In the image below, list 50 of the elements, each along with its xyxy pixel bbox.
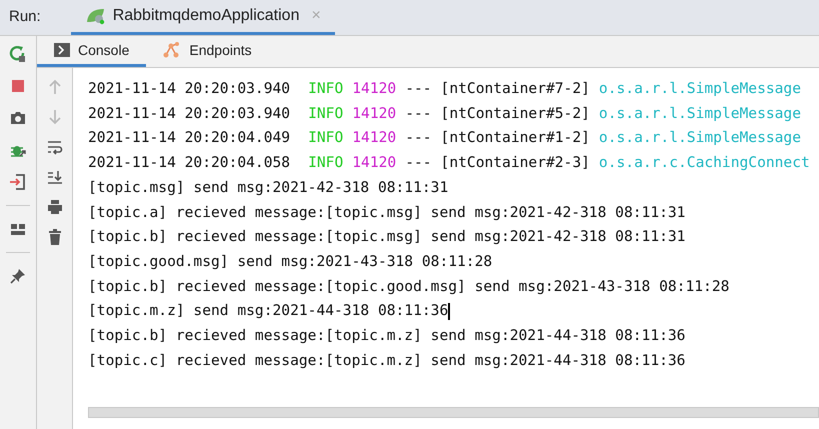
log-separator: --- <box>405 153 432 174</box>
log-pid: 14120 <box>351 153 396 174</box>
wrap-icon[interactable] <box>46 138 64 156</box>
run-tab[interactable]: RabbitmqdemoApplication × <box>70 0 335 35</box>
nodes-icon <box>163 41 182 59</box>
rerun-icon[interactable] <box>9 45 27 63</box>
console-line: [topic.a] recieved message:[topic.msg] send msg:2021-42-318 08:11:31 <box>88 202 686 223</box>
log-thread: [ntContainer#7-2] <box>440 79 590 99</box>
console-line: [topic.c] recieved message:[topic.m.z] send msg:2021-44-318 08:11:36 <box>88 350 686 371</box>
camera-icon[interactable] <box>9 109 27 127</box>
pin-icon[interactable] <box>9 267 27 285</box>
log-timestamp: 2021-11-14 20:20:03.940 <box>88 104 290 124</box>
log-separator: --- <box>405 128 432 148</box>
log-timestamp: 2021-11-14 20:20:04.049 <box>88 128 290 148</box>
console-tab-label: Console <box>78 40 130 60</box>
console-line: [topic.b] recieved message:[topic.msg] send msg:2021-42-318 08:11:31 <box>88 227 686 248</box>
log-thread: [ntContainer#5-2] <box>440 104 590 124</box>
import-icon[interactable] <box>9 173 27 191</box>
scroll-end-icon[interactable] <box>46 168 64 186</box>
log-pid: 14120 <box>351 104 396 124</box>
log-level: INFO <box>308 128 344 148</box>
log-pid: 14120 <box>351 128 396 148</box>
console-line: [topic.good.msg] send msg:2021-43-318 08:11:28 <box>88 252 492 272</box>
log-level: INFO <box>308 153 344 174</box>
log-pid: 14120 <box>351 79 396 99</box>
console-tab[interactable]: Endpoints <box>146 36 269 67</box>
log-separator: --- <box>405 79 432 99</box>
stop-icon[interactable] <box>9 77 27 95</box>
log-timestamp: 2021-11-14 20:20:04.058 <box>88 153 290 174</box>
print-icon[interactable] <box>46 198 64 216</box>
console-line: [topic.m.z] send msg:2021-44-318 08:11:36 <box>88 301 448 322</box>
run-label: Run: <box>8 7 42 28</box>
log-logger: o.s.a.r.l.SimpleMessage <box>598 128 802 148</box>
log-timestamp: 2021-11-14 20:20:03.940 <box>88 79 290 99</box>
console-line: [topic.b] recieved message:[topic.m.z] send msg:2021-44-318 08:11:36 <box>88 326 686 346</box>
horizontal-scrollbar[interactable] <box>88 407 819 418</box>
log-logger: o.s.a.r.l.SimpleMessage <box>598 79 802 99</box>
log-logger: o.s.a.r.l.SimpleMessage <box>598 104 802 124</box>
terminal-icon <box>54 43 70 57</box>
log-logger: o.s.a.r.c.CachingConnect <box>598 153 810 174</box>
run-tab-title: RabbitmqdemoApplication <box>112 6 300 26</box>
log-level: INFO <box>308 104 344 124</box>
log-thread: [ntContainer#2-3] <box>440 153 590 174</box>
console-tab-label: Endpoints <box>189 40 252 60</box>
leaf-icon <box>84 6 107 26</box>
console-line: [topic.b] recieved message:[topic.good.msg] send msg:2021-43-318 08:11:28 <box>88 276 730 297</box>
log-thread: [ntContainer#1-2] <box>440 128 590 148</box>
log-separator: --- <box>405 104 432 124</box>
log-level: INFO <box>308 79 344 99</box>
console-line: [topic.msg] send msg:2021-42-318 08:11:31 <box>88 178 448 198</box>
